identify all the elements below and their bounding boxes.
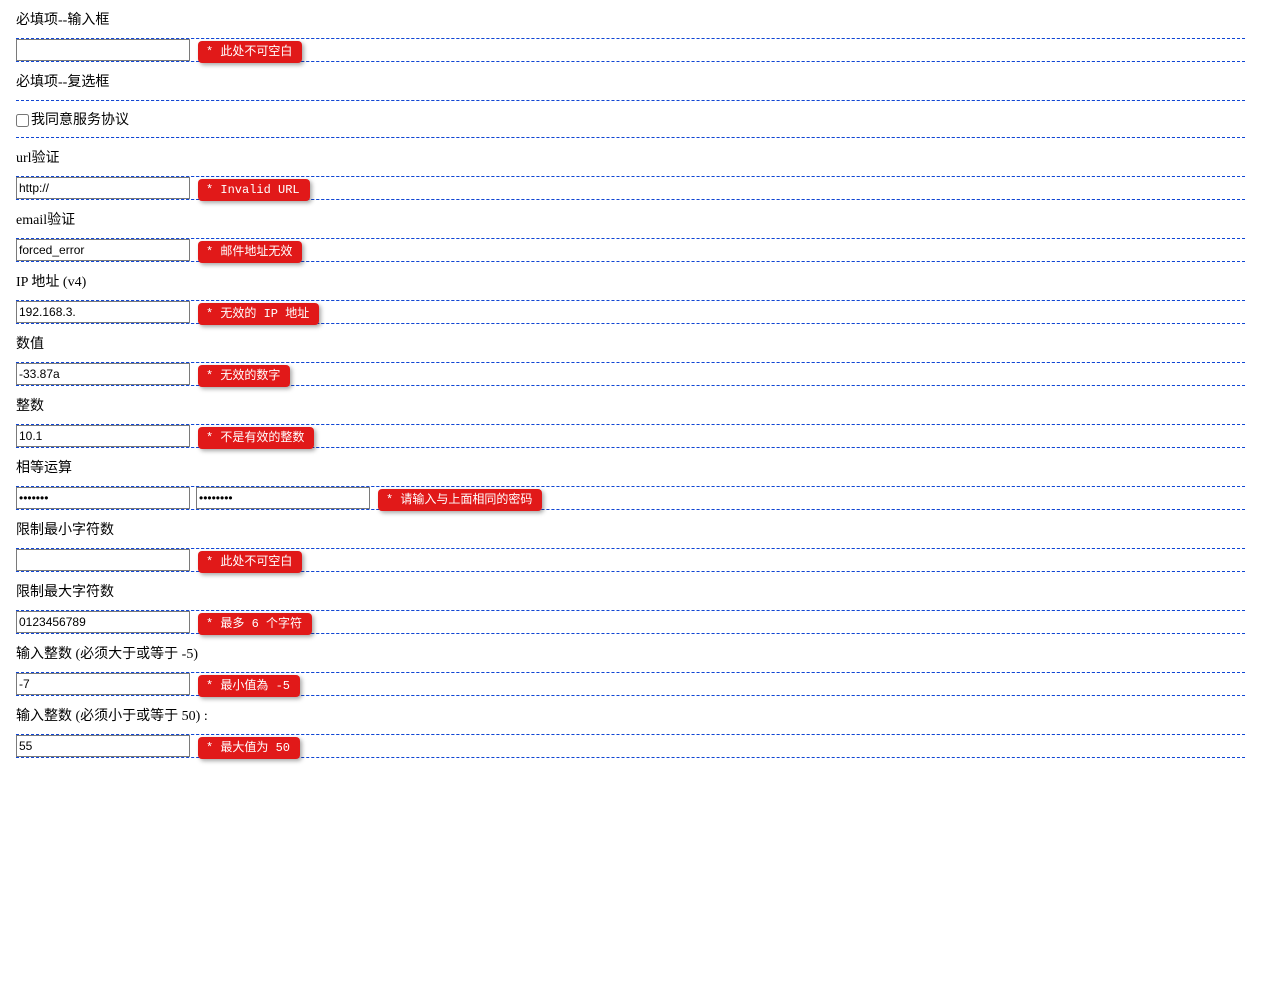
section-ip: IP 地址 (v4) [16,261,1245,301]
row-max-value: * 最大值为 50 [16,734,1245,758]
checkbox-agree[interactable] [16,114,29,127]
row-required-text: * 此处不可空白 [16,38,1245,62]
row-required-checkbox: 我同意服务协议 [16,100,1245,138]
row-min-chars: * 此处不可空白 [16,548,1245,572]
error-required-text: * 此处不可空白 [198,41,302,63]
error-min-chars: * 此处不可空白 [198,551,302,573]
label-required-text: 必填项--输入框 [16,0,1245,38]
row-url: * Invalid URL [16,176,1245,200]
section-email: email验证 [16,199,1245,239]
section-min-chars: 限制最小字符数 [16,509,1245,549]
input-integer[interactable] [16,425,190,447]
label-integer: 整数 [16,386,1245,424]
error-min-value: * 最小值為 -5 [198,675,300,697]
label-max-chars: 限制最大字符数 [16,572,1245,610]
section-required-checkbox: 必填项--复选框 [16,61,1245,101]
error-number: * 无效的数字 [198,365,290,387]
section-required-text: 必填项--输入框 [16,0,1245,39]
row-max-chars: * 最多 6 个字符 [16,610,1245,634]
label-max-value: 输入整数 (必须小于或等于 50) : [16,696,1245,734]
input-min-chars[interactable] [16,549,190,571]
row-min-value: * 最小值為 -5 [16,672,1245,696]
section-number: 数值 [16,323,1245,363]
section-integer: 整数 [16,385,1245,425]
input-max-value[interactable] [16,735,190,757]
input-password-2[interactable] [196,487,370,509]
checkbox-agree-label: 我同意服务协议 [31,113,129,128]
input-min-value[interactable] [16,673,190,695]
input-url[interactable] [16,177,190,199]
input-ip[interactable] [16,301,190,323]
label-ip: IP 地址 (v4) [16,262,1245,300]
input-max-chars[interactable] [16,611,190,633]
error-url: * Invalid URL [198,179,310,201]
label-min-chars: 限制最小字符数 [16,510,1245,548]
error-ip: * 无效的 IP 地址 [198,303,319,325]
section-max-value: 输入整数 (必须小于或等于 50) : [16,695,1245,735]
input-email[interactable] [16,239,190,261]
section-url: url验证 [16,137,1245,177]
error-max-value: * 最大值为 50 [198,737,300,759]
input-required-text[interactable] [16,39,190,61]
form-validation-demo: 必填项--输入框 * 此处不可空白 必填项--复选框 我同意服务协议 url验证… [0,0,1261,778]
error-integer: * 不是有效的整数 [198,427,314,449]
label-number: 数值 [16,324,1245,362]
row-number: * 无效的数字 [16,362,1245,386]
label-required-checkbox: 必填项--复选框 [16,62,1245,100]
row-email: * 邮件地址无效 [16,238,1245,262]
input-number[interactable] [16,363,190,385]
label-min-value: 输入整数 (必须大于或等于 -5) [16,634,1245,672]
section-max-chars: 限制最大字符数 [16,571,1245,611]
error-equal: * 请输入与上面相同的密码 [378,489,542,511]
section-equal: 相等运算 [16,447,1245,487]
error-email: * 邮件地址无效 [198,241,302,263]
error-max-chars: * 最多 6 个字符 [198,613,312,635]
row-integer: * 不是有效的整数 [16,424,1245,448]
input-password-1[interactable] [16,487,190,509]
row-equal: * 请输入与上面相同的密码 [16,486,1245,510]
section-min-value: 输入整数 (必须大于或等于 -5) [16,633,1245,673]
label-url: url验证 [16,138,1245,176]
row-ip: * 无效的 IP 地址 [16,300,1245,324]
label-equal: 相等运算 [16,448,1245,486]
label-email: email验证 [16,200,1245,238]
